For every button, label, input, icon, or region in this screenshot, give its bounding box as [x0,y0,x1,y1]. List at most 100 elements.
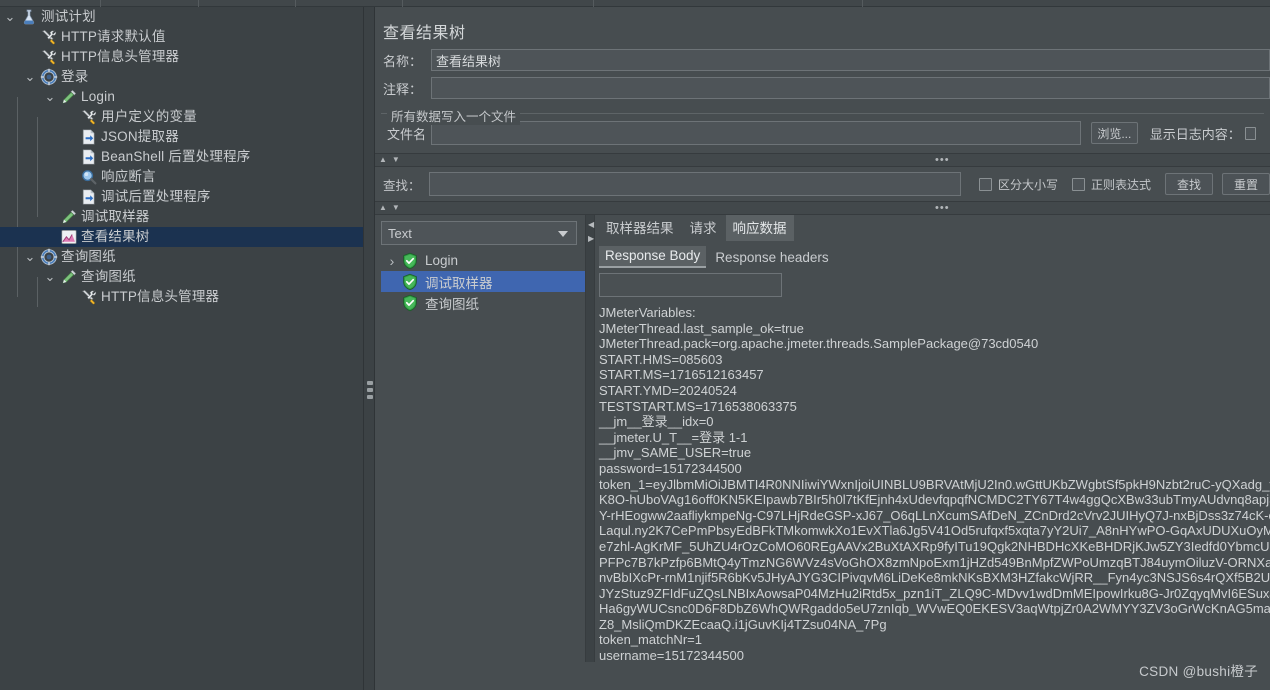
response-body-line: e7zhl-AgKrMF_5UhZU4rOzCoMO60REgAAVx2BuXt… [599,538,1270,554]
toolbar-strip [0,0,1270,7]
tree-item-label: BeanShell 后置处理程序 [101,149,251,164]
comment-label: 注释： [383,81,423,97]
config-wrench-icon [80,288,98,306]
response-body-line: PFPc7B7kPzfp6BMtQ4yTmzNG6WVz4sVoGhOX8zmN… [599,554,1270,570]
case-sensitive-checkbox[interactable] [978,177,992,191]
response-body-line: __jmeter.U_T__=登录 1-1 [599,429,748,445]
chevron-down-icon[interactable]: ⌄ [40,270,60,283]
test-plan-icon [20,8,38,26]
caret-up-icon[interactable]: ▲ [379,204,387,212]
collapse-left-icon[interactable]: ◀ [588,221,594,229]
tree-item-label: Login [81,89,116,104]
caret-up-icon[interactable]: ▲ [379,156,387,164]
test-plan-tree[interactable]: ⌄ 测试计划 HTTP请求默认值 HTTP信息头管理器 ⌄ 登录 ⌄ Login 用户定义的变量… [0,7,363,690]
splitter-grip[interactable] [367,381,373,385]
response-subtabbar[interactable]: Response Body Response headers [595,244,1270,268]
detail-tab-0[interactable]: 取样器结果 [599,215,681,241]
search-row: 查找： 区分大小写 正则表达式 查找 重置 [375,167,1270,201]
chevron-down-icon[interactable] [558,231,568,237]
results-tree-pane[interactable]: Text › Login 调试取样器 查询图纸 [375,215,585,662]
response-body-line: JMeterThread.pack=org.apache.jmeter.thre… [599,336,1039,352]
chevron-down-icon[interactable]: ⌄ [40,90,60,103]
post-processor-icon [80,128,98,146]
chevron-right-icon[interactable]: › [383,253,401,269]
tree-item-label: 用户定义的变量 [101,109,197,124]
thread-group-icon [40,68,58,86]
results-area: Text › Login 调试取样器 查询图纸 ◀ ▶ 取样器结果 请求 响应数据 Res… [375,215,1270,662]
tree-item-6[interactable]: JSON提取器 [0,127,363,147]
detail-tab-1[interactable]: 请求 [683,215,724,241]
show-log-checkbox[interactable] [1244,126,1256,140]
regex-option[interactable]: 正则表达式 [1071,176,1151,193]
result-row-2[interactable]: 查询图纸 [381,292,585,313]
tree-item-4[interactable]: ⌄ Login [0,87,363,107]
response-body-line: START.MS=1716512163457 [599,367,764,383]
name-input[interactable] [431,49,1270,71]
browse-button[interactable]: 浏览... [1091,122,1138,144]
detail-tabbar[interactable]: 取样器结果 请求 响应数据 [595,215,1270,241]
renderer-dropdown[interactable]: Text [381,221,577,245]
response-body-search-input[interactable] [599,273,782,297]
response-body-line: JYzStuz9ZFIdFuZQsLNBIxAowsaP04MzHu2iRtd5… [599,585,1270,601]
tree-item-10[interactable]: 调试取样器 [0,207,363,227]
filename-label: 文件名 [387,126,427,142]
view-results-tree-panel: 查看结果树 名称： 注释： 所有数据写入一个文件 文件名 浏览... 显示日志内… [375,7,1270,690]
tree-item-2[interactable]: HTTP信息头管理器 [0,47,363,67]
sampler-icon [60,88,78,106]
drag-dots-icon[interactable]: ••• [935,155,950,166]
tree-item-label: 查看结果树 [81,229,150,244]
caret-down-icon[interactable]: ▼ [392,156,400,164]
tree-item-label: HTTP请求默认值 [61,29,166,44]
splitter-grip[interactable] [367,388,373,392]
filename-input[interactable] [431,121,1081,145]
tree-item-12[interactable]: ⌄ 查询图纸 [0,247,363,267]
chevron-down-icon[interactable]: ⌄ [20,250,40,263]
tree-item-5[interactable]: 用户定义的变量 [0,107,363,127]
reset-button[interactable]: 重置 [1222,173,1270,195]
tree-item-8[interactable]: 响应断言 [0,167,363,187]
case-sensitive-option[interactable]: 区分大小写 [978,176,1058,193]
tree-item-label: 登录 [61,69,89,84]
find-button[interactable]: 查找 [1165,173,1213,195]
write-all-data-group: 所有数据写入一个文件 文件名 浏览... 显示日志内容： [381,105,1264,151]
tree-item-3[interactable]: ⌄ 登录 [0,67,363,87]
collapse-bar-results[interactable]: ▲ ▼ ••• [375,201,1270,215]
tree-item-1[interactable]: HTTP请求默认值 [0,27,363,47]
response-subtab-1[interactable]: Response headers [709,248,834,268]
collapse-bar-search[interactable]: ▲ ▼ ••• [375,153,1270,167]
result-row-label: Login [425,253,459,268]
results-splitter[interactable]: ◀ ▶ [585,215,595,662]
result-row-0[interactable]: › Login [381,250,585,271]
response-body-line: K8O-hUboVAg16off0KN5KEIpawb7BIr5h0l7tKfE… [599,492,1270,508]
chevron-down-icon[interactable]: ⌄ [20,70,40,83]
tree-item-9[interactable]: 调试后置处理程序 [0,187,363,207]
tree-item-label: 调试后置处理程序 [101,189,211,204]
tree-item-11[interactable]: 查看结果树 [0,227,363,247]
name-label: 名称： [383,53,423,69]
drag-dots-icon[interactable]: ••• [935,203,950,214]
result-row-1[interactable]: 调试取样器 [381,271,585,292]
page-title: 查看结果树 [383,25,466,42]
response-body-line: token_1=eyJlbmMiOiJBMTI4R0NNIiwiYWxnIjoi… [599,476,1270,492]
view-results-tree-icon [60,228,78,246]
response-body-line: START.HMS=085603 [599,351,723,367]
tree-item-14[interactable]: HTTP信息头管理器 [0,287,363,307]
splitter-grip[interactable] [367,395,373,399]
caret-down-icon[interactable]: ▼ [392,204,400,212]
response-body-line: JMeterThread.last_sample_ok=true [599,320,804,336]
collapse-right-icon[interactable]: ▶ [588,235,594,243]
comment-input[interactable] [431,77,1270,99]
tree-item-7[interactable]: BeanShell 后置处理程序 [0,147,363,167]
name-row: 名称： [375,49,1270,71]
tree-item-13[interactable]: ⌄ 查询图纸 [0,267,363,287]
chevron-down-icon[interactable]: ⌄ [0,10,20,23]
main-splitter[interactable] [363,7,375,690]
search-input[interactable] [428,172,961,196]
tree-item-0[interactable]: ⌄ 测试计划 [0,7,363,27]
response-subtab-0[interactable]: Response Body [599,246,707,268]
detail-tab-2[interactable]: 响应数据 [725,215,794,241]
response-body-line: nvBbIXcPr-rnM1njif5R6bKv5JHyAJYG3CIPivqv… [599,570,1270,586]
case-sensitive-label: 区分大小写 [997,177,1058,192]
regex-checkbox[interactable] [1071,177,1085,191]
tree-item-label: HTTP信息头管理器 [61,49,180,64]
